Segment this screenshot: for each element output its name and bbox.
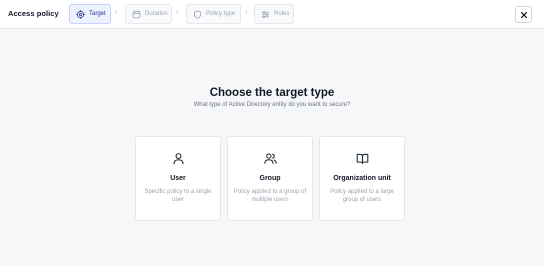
option-card-user[interactable]: User Specific policy to a single user: [135, 136, 221, 221]
step-duration-label: Duration: [145, 11, 168, 17]
heading: Choose the target type: [209, 87, 335, 99]
target-icon: [76, 9, 85, 19]
option-card-group[interactable]: Group Policy applied to a group of multi…: [227, 136, 313, 221]
option-title: User: [170, 175, 186, 182]
chevron-right-icon: ›: [245, 9, 248, 16]
option-card-organization-unit[interactable]: Organization unit Policy applied to a la…: [319, 136, 405, 221]
shield-icon: [193, 9, 202, 19]
top-bar: Access policy › Target › Duration › Poli…: [0, 0, 544, 29]
option-title: Organization unit: [333, 175, 391, 182]
book-open-icon: [320, 152, 404, 165]
page-title: Access policy: [8, 9, 59, 18]
option-description: Policy applied to a large group of users: [330, 189, 394, 203]
step-duration[interactable]: Duration: [125, 4, 172, 24]
step-rules[interactable]: Rules: [254, 4, 294, 24]
option-description: Specific policy to a single user: [144, 189, 212, 203]
step-policy-type-label: Policy type: [206, 11, 236, 17]
calendar-icon: [132, 9, 141, 19]
step-policy-type[interactable]: Policy type: [186, 4, 241, 24]
step-rules-label: Rules: [274, 11, 290, 17]
chevron-right-icon: ›: [176, 9, 179, 16]
option-description: Policy applied to a group of multiple us…: [233, 189, 307, 203]
sliders-icon: [261, 10, 270, 19]
close-icon: [520, 11, 528, 19]
option-title: Group: [259, 175, 281, 182]
step-target[interactable]: Target: [69, 4, 111, 24]
user-icon: [136, 152, 220, 165]
step-target-label: Target: [89, 11, 106, 17]
users-icon: [228, 152, 312, 165]
chevron-right-icon: ›: [115, 9, 118, 16]
chevron-right-icon: ›: [57, 9, 60, 16]
close-button[interactable]: [515, 6, 532, 23]
subheading: What type of Active Directory entity do …: [193, 102, 351, 108]
